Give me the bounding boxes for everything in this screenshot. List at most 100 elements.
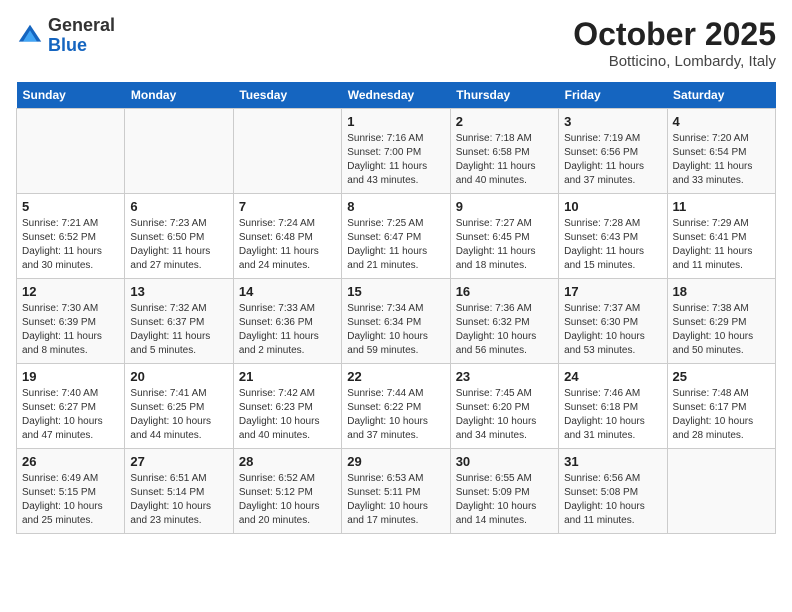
day-number: 24: [564, 369, 661, 384]
day-number: 7: [239, 199, 336, 214]
day-info: Sunrise: 7:38 AM Sunset: 6:29 PM Dayligh…: [673, 302, 770, 358]
day-number: 2: [456, 114, 553, 129]
day-number: 6: [130, 199, 227, 214]
day-info: Sunrise: 6:51 AM Sunset: 5:14 PM Dayligh…: [130, 472, 227, 528]
day-number: 31: [564, 454, 661, 469]
logo-text: General Blue: [48, 16, 115, 56]
day-number: 30: [456, 454, 553, 469]
calendar-cell: [17, 109, 125, 194]
day-number: 20: [130, 369, 227, 384]
month-title: October 2025: [573, 16, 776, 53]
logo-icon: [16, 22, 44, 50]
day-number: 10: [564, 199, 661, 214]
day-info: Sunrise: 7:36 AM Sunset: 6:32 PM Dayligh…: [456, 302, 553, 358]
day-info: Sunrise: 7:24 AM Sunset: 6:48 PM Dayligh…: [239, 217, 336, 273]
location: Botticino, Lombardy, Italy: [573, 53, 776, 70]
day-number: 11: [673, 199, 770, 214]
day-number: 5: [22, 199, 119, 214]
day-number: 17: [564, 284, 661, 299]
day-info: Sunrise: 7:30 AM Sunset: 6:39 PM Dayligh…: [22, 302, 119, 358]
calendar-week-row: 5Sunrise: 7:21 AM Sunset: 6:52 PM Daylig…: [17, 194, 776, 279]
weekday-header-wednesday: Wednesday: [342, 82, 450, 109]
calendar-cell: 28Sunrise: 6:52 AM Sunset: 5:12 PM Dayli…: [233, 449, 341, 534]
day-info: Sunrise: 7:37 AM Sunset: 6:30 PM Dayligh…: [564, 302, 661, 358]
weekday-header-monday: Monday: [125, 82, 233, 109]
day-number: 13: [130, 284, 227, 299]
calendar-cell: 14 Sunrise: 7:33 AM Sunset: 6:36 PM Dayli…: [233, 279, 341, 364]
calendar-cell: 13 Sunrise: 7:32 AM Sunset: 6:37 PM Dayli…: [125, 279, 233, 364]
calendar-week-row: 1 Sunrise: 7:16 AM Sunset: 7:00 PM Daylig…: [17, 109, 776, 194]
day-info: Sunrise: 7:25 AM Sunset: 6:47 PM Dayligh…: [347, 217, 444, 273]
day-info: Sunrise: 6:49 AM Sunset: 5:15 PM Dayligh…: [22, 472, 119, 528]
calendar-cell: 21 Sunrise: 7:42 AM Sunset: 6:23 PM Dayli…: [233, 364, 341, 449]
day-number: 22: [347, 369, 444, 384]
calendar-cell: [125, 109, 233, 194]
day-info: Sunrise: 6:55 AM Sunset: 5:09 PM Dayligh…: [456, 472, 553, 528]
day-number: 16: [456, 284, 553, 299]
day-info: Sunrise: 7:45 AM Sunset: 6:20 PM Dayligh…: [456, 387, 553, 443]
day-info: Sunrise: 6:56 AM Sunset: 5:08 PM Dayligh…: [564, 472, 661, 528]
calendar-cell: 10 Sunrise: 7:28 AM Sunset: 6:43 PM Dayli…: [559, 194, 667, 279]
day-number: 1: [347, 114, 444, 129]
calendar-cell: 15 Sunrise: 7:34 AM Sunset: 6:34 PM Dayli…: [342, 279, 450, 364]
logo: General Blue: [16, 16, 115, 56]
day-number: 12: [22, 284, 119, 299]
calendar-cell: 3Sunrise: 7:19 AM Sunset: 6:56 PM Daylig…: [559, 109, 667, 194]
day-number: 25: [673, 369, 770, 384]
weekday-header-saturday: Saturday: [667, 82, 775, 109]
calendar-week-row: 26 Sunrise: 6:49 AM Sunset: 5:15 PM Dayli…: [17, 449, 776, 534]
calendar-week-row: 12 Sunrise: 7:30 AM Sunset: 6:39 PM Dayli…: [17, 279, 776, 364]
calendar-cell: 22Sunrise: 7:44 AM Sunset: 6:22 PM Dayli…: [342, 364, 450, 449]
calendar-cell: 23 Sunrise: 7:45 AM Sunset: 6:20 PM Dayli…: [450, 364, 558, 449]
calendar-cell: 24 Sunrise: 7:46 AM Sunset: 6:18 PM Dayli…: [559, 364, 667, 449]
day-number: 21: [239, 369, 336, 384]
calendar-cell: 11Sunrise: 7:29 AM Sunset: 6:41 PM Dayli…: [667, 194, 775, 279]
day-info: Sunrise: 6:53 AM Sunset: 5:11 PM Dayligh…: [347, 472, 444, 528]
calendar-cell: 17 Sunrise: 7:37 AM Sunset: 6:30 PM Dayli…: [559, 279, 667, 364]
calendar-cell: [667, 449, 775, 534]
calendar-table: SundayMondayTuesdayWednesdayThursdayFrid…: [16, 82, 776, 534]
day-info: Sunrise: 7:40 AM Sunset: 6:27 PM Dayligh…: [22, 387, 119, 443]
calendar-cell: 31 Sunrise: 6:56 AM Sunset: 5:08 PM Dayli…: [559, 449, 667, 534]
calendar-cell: 6Sunrise: 7:23 AM Sunset: 6:50 PM Daylig…: [125, 194, 233, 279]
calendar-cell: 12 Sunrise: 7:30 AM Sunset: 6:39 PM Dayli…: [17, 279, 125, 364]
day-info: Sunrise: 7:33 AM Sunset: 6:36 PM Dayligh…: [239, 302, 336, 358]
day-info: Sunrise: 7:20 AM Sunset: 6:54 PM Dayligh…: [673, 132, 770, 188]
day-info: Sunrise: 7:41 AM Sunset: 6:25 PM Dayligh…: [130, 387, 227, 443]
calendar-cell: 27Sunrise: 6:51 AM Sunset: 5:14 PM Dayli…: [125, 449, 233, 534]
calendar-cell: 8Sunrise: 7:25 AM Sunset: 6:47 PM Daylig…: [342, 194, 450, 279]
title-block: October 2025 Botticino, Lombardy, Italy: [573, 16, 776, 70]
calendar-cell: 26 Sunrise: 6:49 AM Sunset: 5:15 PM Dayli…: [17, 449, 125, 534]
weekday-header-sunday: Sunday: [17, 82, 125, 109]
day-info: Sunrise: 7:42 AM Sunset: 6:23 PM Dayligh…: [239, 387, 336, 443]
day-number: 18: [673, 284, 770, 299]
weekday-header-thursday: Thursday: [450, 82, 558, 109]
calendar-cell: 1 Sunrise: 7:16 AM Sunset: 7:00 PM Daylig…: [342, 109, 450, 194]
day-number: 26: [22, 454, 119, 469]
calendar-cell: 4 Sunrise: 7:20 AM Sunset: 6:54 PM Daylig…: [667, 109, 775, 194]
day-info: Sunrise: 7:32 AM Sunset: 6:37 PM Dayligh…: [130, 302, 227, 358]
logo-blue: Blue: [48, 35, 87, 55]
day-number: 4: [673, 114, 770, 129]
day-info: Sunrise: 7:48 AM Sunset: 6:17 PM Dayligh…: [673, 387, 770, 443]
day-number: 15: [347, 284, 444, 299]
day-info: Sunrise: 7:18 AM Sunset: 6:58 PM Dayligh…: [456, 132, 553, 188]
day-number: 14: [239, 284, 336, 299]
weekday-header-tuesday: Tuesday: [233, 82, 341, 109]
calendar-cell: 18 Sunrise: 7:38 AM Sunset: 6:29 PM Dayli…: [667, 279, 775, 364]
day-number: 29: [347, 454, 444, 469]
weekday-header-friday: Friday: [559, 82, 667, 109]
day-info: Sunrise: 7:46 AM Sunset: 6:18 PM Dayligh…: [564, 387, 661, 443]
weekday-header-row: SundayMondayTuesdayWednesdayThursdayFrid…: [17, 82, 776, 109]
day-info: Sunrise: 7:28 AM Sunset: 6:43 PM Dayligh…: [564, 217, 661, 273]
day-info: Sunrise: 7:27 AM Sunset: 6:45 PM Dayligh…: [456, 217, 553, 273]
calendar-cell: 25 Sunrise: 7:48 AM Sunset: 6:17 PM Dayli…: [667, 364, 775, 449]
day-info: Sunrise: 7:34 AM Sunset: 6:34 PM Dayligh…: [347, 302, 444, 358]
calendar-cell: 2 Sunrise: 7:18 AM Sunset: 6:58 PM Daylig…: [450, 109, 558, 194]
day-number: 23: [456, 369, 553, 384]
day-number: 19: [22, 369, 119, 384]
page-header: General Blue October 2025 Botticino, Lom…: [16, 16, 776, 70]
calendar-cell: 9Sunrise: 7:27 AM Sunset: 6:45 PM Daylig…: [450, 194, 558, 279]
calendar-cell: 29 Sunrise: 6:53 AM Sunset: 5:11 PM Dayli…: [342, 449, 450, 534]
day-info: Sunrise: 7:16 AM Sunset: 7:00 PM Dayligh…: [347, 132, 444, 188]
